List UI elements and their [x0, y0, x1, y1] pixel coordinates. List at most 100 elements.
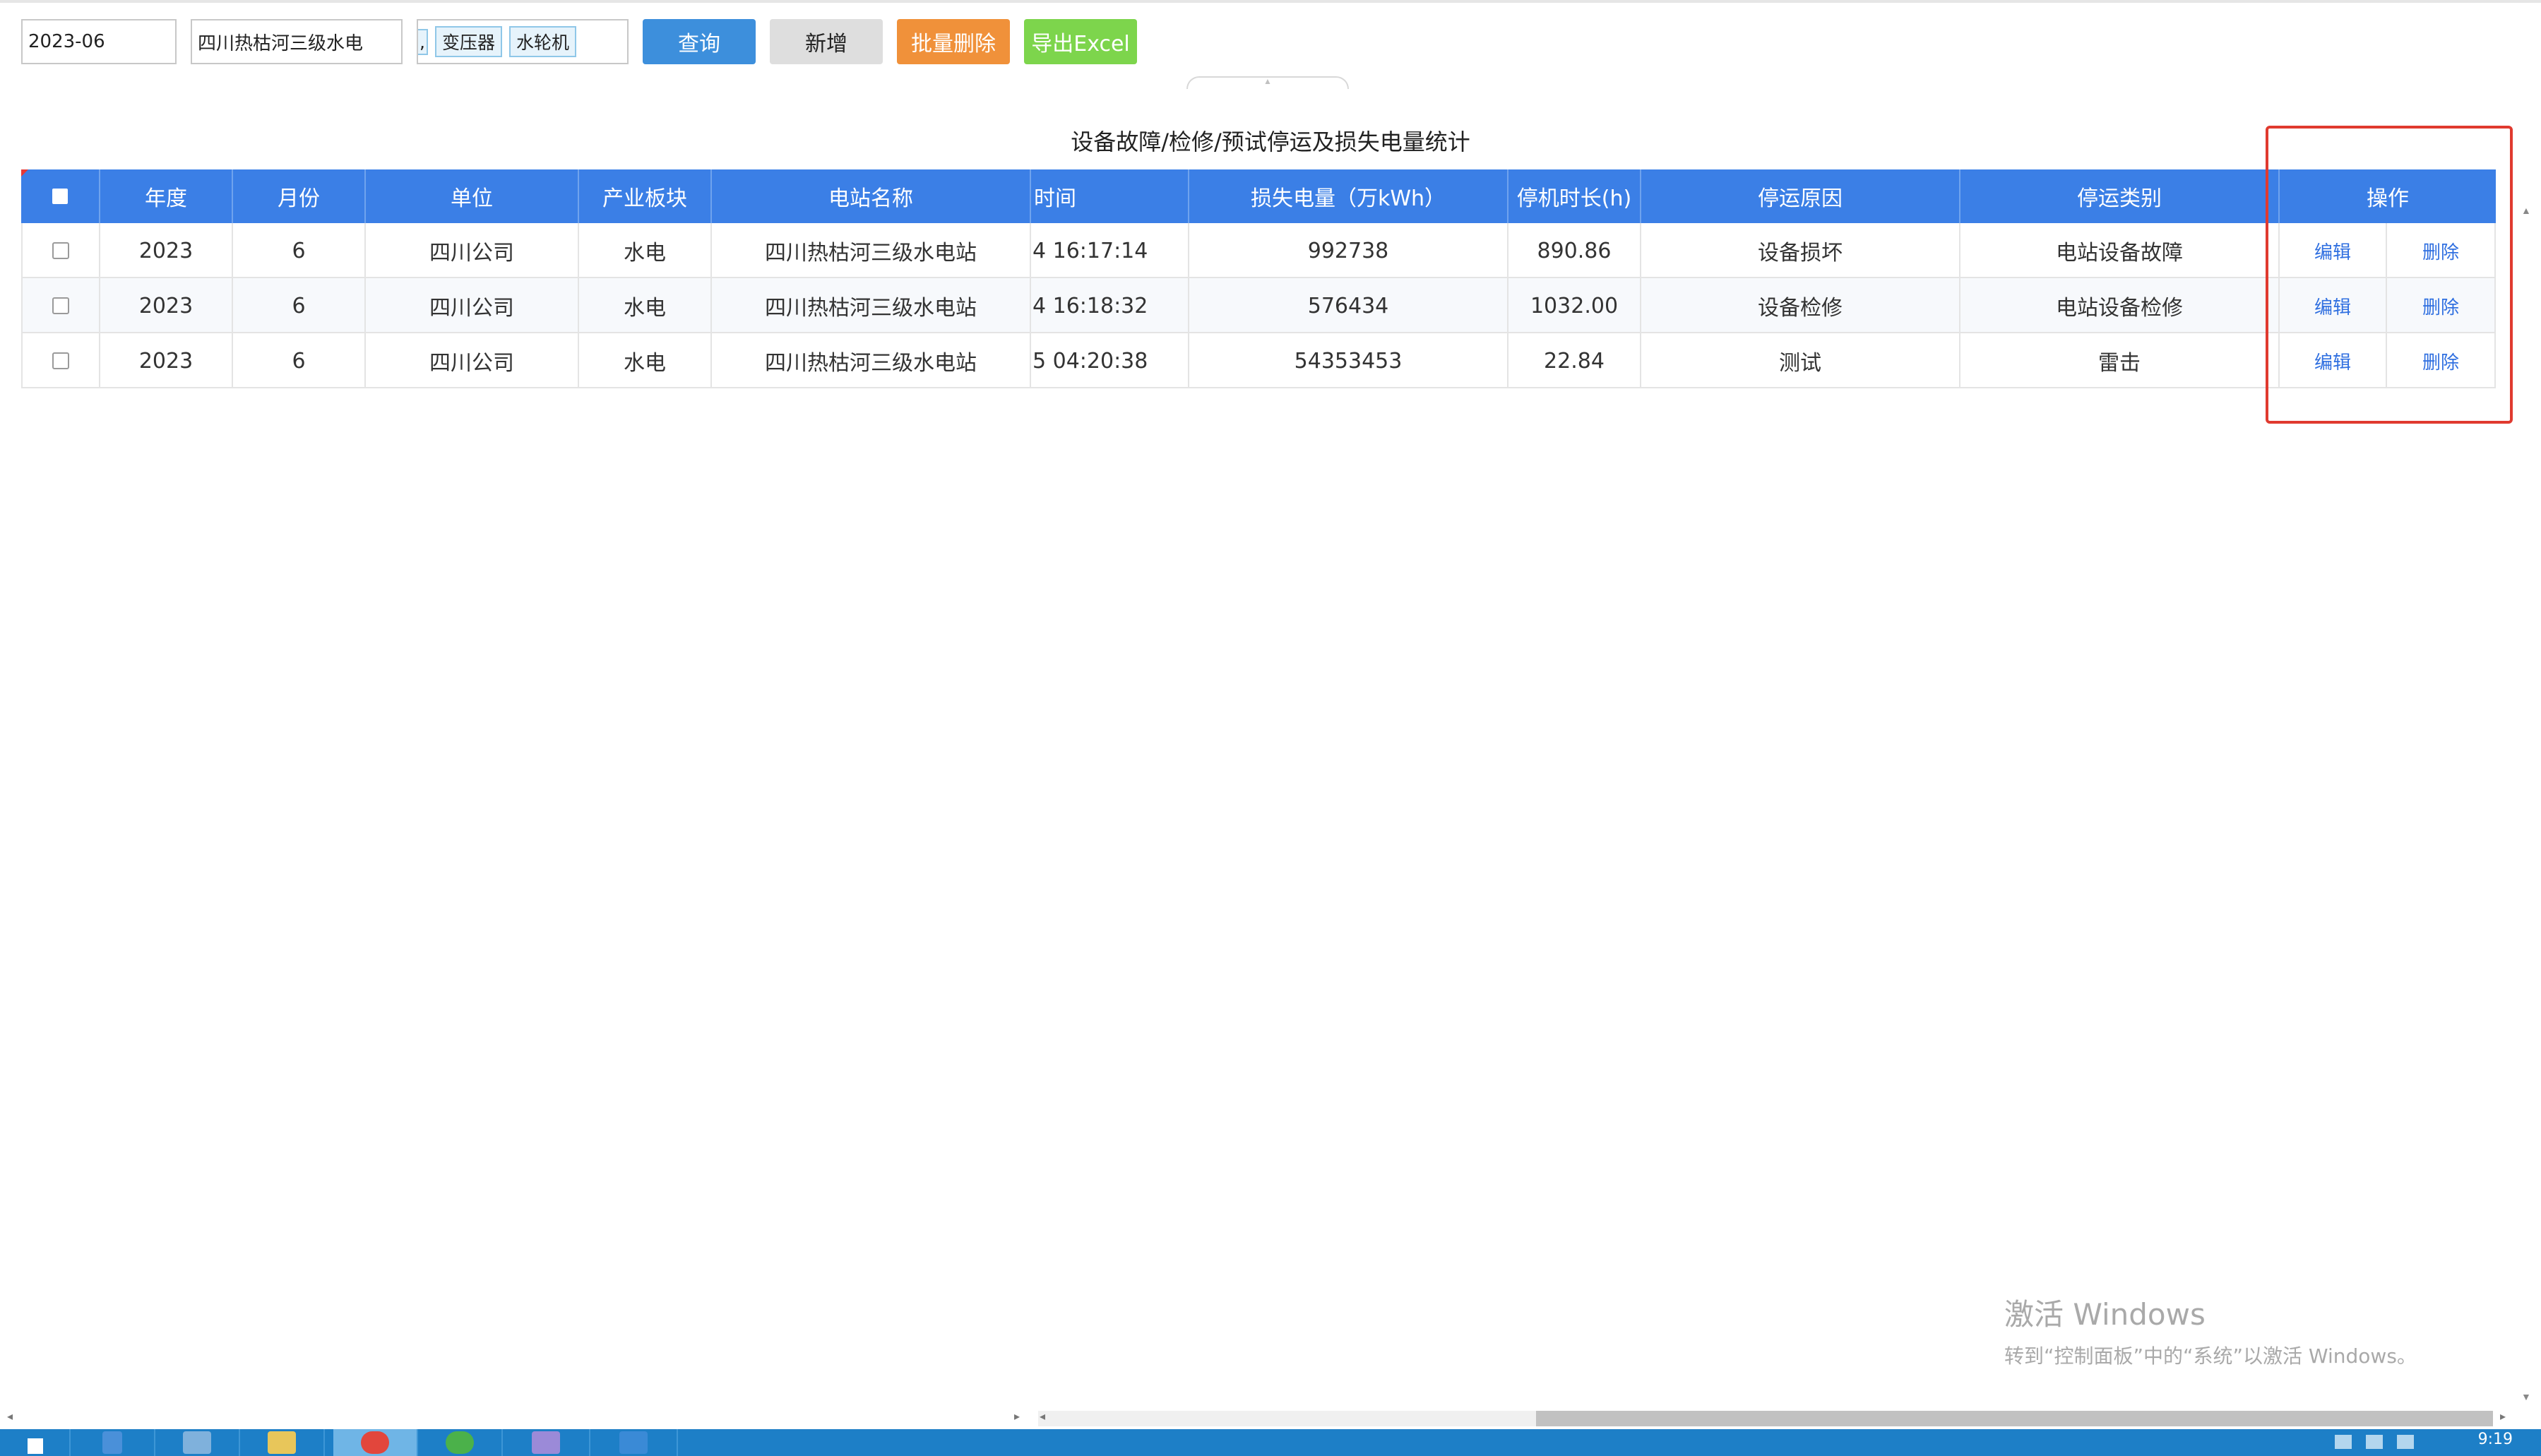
cell-time: 4 16:18:32 [1031, 278, 1189, 333]
cell-downtime: 890.86 [1508, 223, 1641, 278]
cell-unit: 四川公司 [366, 223, 579, 278]
row-checkbox[interactable] [52, 242, 69, 259]
cell-reason: 设备检修 [1641, 278, 1960, 333]
cell-sector: 水电 [579, 333, 712, 388]
cell-edit: 编辑 [2280, 278, 2387, 333]
scroll-right-icon[interactable]: ▸ [1014, 1409, 1020, 1424]
cell-month: 6 [233, 278, 366, 333]
collapse-handle[interactable]: ▲ [1186, 76, 1349, 89]
batch-delete-button[interactable]: 批量删除 [897, 19, 1010, 64]
cell-edit: 编辑 [2280, 333, 2387, 388]
row-checkbox[interactable] [52, 297, 69, 314]
page: 2023-06 四川热枯河三级水电 , 变压器 水轮机 查询 新增 批量删除 导… [0, 0, 2541, 1456]
export-excel-button[interactable]: 导出Excel [1024, 19, 1137, 64]
cell-year: 2023 [100, 223, 233, 278]
header-time[interactable]: 时间 [1031, 169, 1189, 223]
delete-link[interactable]: 删除 [2422, 348, 2459, 374]
taskbar-app-server-manager[interactable] [71, 1429, 155, 1456]
chrome-icon [361, 1431, 389, 1454]
delete-link[interactable]: 删除 [2422, 238, 2459, 264]
cell-reason: 测试 [1641, 333, 1960, 388]
tray-volume-icon[interactable] [2397, 1435, 2414, 1449]
delete-link[interactable]: 删除 [2422, 293, 2459, 319]
mail-icon [183, 1431, 211, 1454]
equipment-tag-select[interactable]: , 变压器 水轮机 [417, 19, 629, 64]
header-month[interactable]: 月份 [233, 169, 366, 223]
table-title: 设备故障/检修/预试停运及损失电量统计 [1071, 129, 1470, 155]
header-downtime[interactable]: 停机时长(h) [1508, 169, 1641, 223]
taskbar-clock[interactable]: 9:19 [2478, 1431, 2513, 1448]
tag-transformer[interactable]: 变压器 [434, 26, 502, 57]
header-year[interactable]: 年度 [100, 169, 233, 223]
cell-loss: 54353453 [1189, 333, 1508, 388]
cell-loss: 576434 [1189, 278, 1508, 333]
scroll-left-icon[interactable]: ◂ [7, 1409, 13, 1424]
table-row[interactable]: 2023 6 四川公司 水电 四川热枯河三级水电站 4 16:18:32 576… [21, 278, 2496, 333]
table-row[interactable]: 2023 6 四川公司 水电 四川热枯河三级水电站 4 16:17:14 992… [21, 223, 2496, 278]
header-select-all[interactable] [21, 169, 100, 223]
cell-downtime: 1032.00 [1508, 278, 1641, 333]
cell-time: 4 16:17:14 [1031, 223, 1189, 278]
tray-flag-icon[interactable] [2335, 1435, 2352, 1449]
scroll-bottom-icon[interactable]: ▼ [2521, 1391, 2531, 1402]
station-input[interactable]: 四川热枯河三级水电 [191, 19, 403, 64]
batch-delete-button-label: 批量删除 [911, 32, 996, 56]
month-input[interactable]: 2023-06 [21, 19, 177, 64]
cell-category: 雷击 [1960, 333, 2280, 388]
vertical-scrollbar[interactable]: ▲ ▼ [2513, 78, 2541, 1405]
cell-edit: 编辑 [2280, 223, 2387, 278]
scroll-up-icon[interactable]: ▲ [2521, 205, 2531, 216]
export-excel-button-label: 导出Excel [1031, 32, 1130, 56]
cell-station: 四川热枯河三级水电站 [712, 278, 1031, 333]
row-checkbox[interactable] [52, 352, 69, 369]
row-select-cell[interactable] [21, 223, 100, 278]
cell-unit: 四川公司 [366, 333, 579, 388]
cell-year: 2023 [100, 333, 233, 388]
tag-clipped: , [418, 28, 428, 55]
cell-delete: 删除 [2387, 333, 2496, 388]
edit-link[interactable]: 编辑 [2314, 348, 2351, 374]
start-button[interactable] [0, 1429, 71, 1456]
edit-link[interactable]: 编辑 [2314, 238, 2351, 264]
scroll-left-icon[interactable]: ◂ [1040, 1409, 1045, 1424]
cell-month: 6 [233, 223, 366, 278]
app-green-icon [446, 1431, 474, 1454]
cell-downtime: 22.84 [1508, 333, 1641, 388]
horizontal-scrollbar[interactable]: ◂ ▸ ◂ ▸ [0, 1408, 2541, 1429]
header-unit[interactable]: 单位 [366, 169, 579, 223]
header-sector[interactable]: 产业板块 [579, 169, 712, 223]
cell-reason: 设备损坏 [1641, 223, 1960, 278]
cell-category: 电站设备故障 [1960, 223, 2280, 278]
station-input-value: 四川热枯河三级水电 [198, 32, 364, 54]
cell-category: 电站设备检修 [1960, 278, 2280, 333]
header-station[interactable]: 电站名称 [712, 169, 1031, 223]
header-reason[interactable]: 停运原因 [1641, 169, 1960, 223]
select-all-checkbox[interactable] [52, 189, 68, 204]
tag-turbine[interactable]: 水轮机 [508, 26, 576, 57]
query-button[interactable]: 查询 [643, 19, 756, 64]
taskbar-app-explorer[interactable] [240, 1429, 325, 1456]
cell-station: 四川热枯河三级水电站 [712, 333, 1031, 388]
add-button-label: 新增 [805, 32, 847, 56]
cell-year: 2023 [100, 278, 233, 333]
header-category[interactable]: 停运类别 [1960, 169, 2280, 223]
tray-network-icon[interactable] [2366, 1435, 2383, 1449]
taskbar-app-mail[interactable] [155, 1429, 240, 1456]
row-select-cell[interactable] [21, 333, 100, 388]
cell-delete: 删除 [2387, 278, 2496, 333]
taskbar-app-green[interactable] [418, 1429, 503, 1456]
taskbar-app-remote[interactable] [590, 1429, 678, 1456]
cell-sector: 水电 [579, 223, 712, 278]
taskbar-app-chrome[interactable] [333, 1429, 418, 1456]
taskbar-app-tool[interactable] [503, 1429, 590, 1456]
cell-unit: 四川公司 [366, 278, 579, 333]
header-ops: 操作 [2367, 186, 2409, 211]
header-loss[interactable]: 损失电量（万kWh） [1189, 169, 1508, 223]
server-manager-icon [102, 1431, 122, 1454]
add-button[interactable]: 新增 [770, 19, 883, 64]
table-row[interactable]: 2023 6 四川公司 水电 四川热枯河三级水电站 5 04:20:38 543… [21, 333, 2496, 388]
row-select-cell[interactable] [21, 278, 100, 333]
scroll-right-icon[interactable]: ▸ [2500, 1409, 2506, 1424]
edit-link[interactable]: 编辑 [2314, 293, 2351, 319]
hscroll-thumb[interactable] [1536, 1411, 2493, 1426]
